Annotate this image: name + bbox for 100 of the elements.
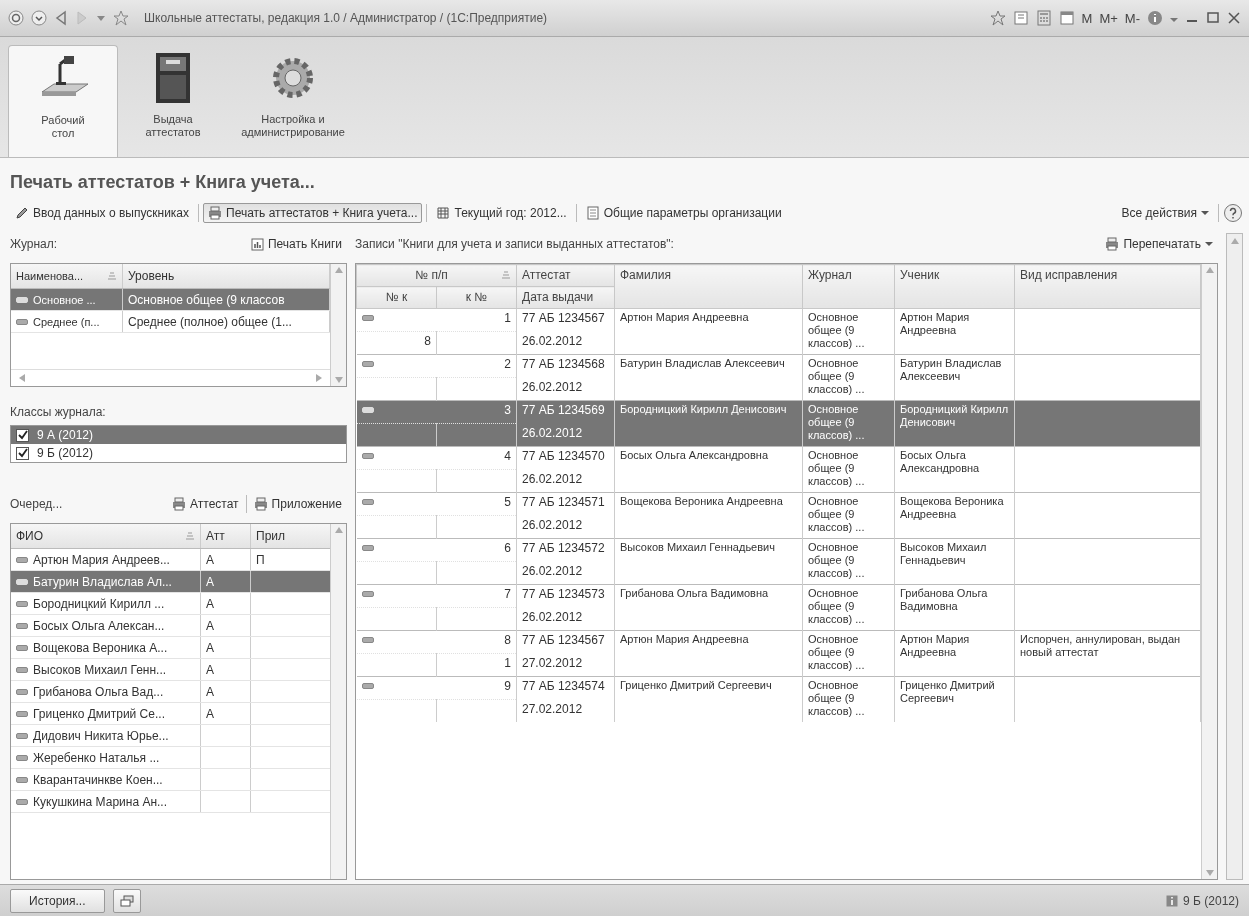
toolbar-button[interactable]: Общие параметры организации: [580, 203, 787, 223]
maximize-icon[interactable]: [1206, 10, 1220, 26]
column-header[interactable]: Атт: [201, 524, 251, 548]
windows-button[interactable]: [112, 888, 141, 913]
column-header[interactable]: Наименова...: [11, 264, 123, 288]
memory-button[interactable]: M-: [1124, 10, 1140, 26]
column-header[interactable]: Вид исправления: [1014, 264, 1201, 309]
table-row[interactable]: Дидович Никита Юрье...: [11, 725, 330, 747]
bookmark-icon[interactable]: [1012, 10, 1029, 26]
scroll-up-icon[interactable]: [1205, 267, 1214, 273]
column-header[interactable]: № к: [356, 286, 437, 309]
toolbar-button[interactable]: Печать аттестатов + Книга учета...: [203, 203, 423, 223]
scroll-up-icon[interactable]: [334, 527, 343, 533]
scroll-down-icon[interactable]: [334, 377, 343, 383]
table-cell: 77 АБ 1234572: [522, 541, 605, 555]
table-cell: 2: [504, 357, 511, 371]
memory-button[interactable]: M+: [1099, 10, 1118, 26]
scroll-up-icon[interactable]: [334, 267, 343, 273]
item-icon: [16, 318, 28, 325]
table-cell: А: [206, 640, 214, 655]
table-cell: Дидович Никита Юрье...: [33, 728, 169, 743]
column-header[interactable]: ФИО: [11, 524, 201, 548]
table-row[interactable]: Босых Ольга Алексан... А: [11, 615, 330, 637]
column-header[interactable]: № п/п: [356, 264, 517, 287]
table-row[interactable]: Кварантачинкве Коен...: [11, 769, 330, 791]
table-cell: 27.02.2012: [522, 701, 583, 716]
forward-icon[interactable]: [75, 10, 89, 26]
item-icon: [16, 556, 28, 563]
table-row[interactable]: 6 77 АБ 1234572 Высоков Михаил Геннадьевич Основное общее (9 классов) ... Высоков Михаил Геннадьевич 26.02.2012: [356, 538, 1201, 585]
all-actions-menu[interactable]: Все действия: [1116, 203, 1214, 223]
table-row[interactable]: Высоков Михаил Генн... А: [11, 659, 330, 681]
column-header[interactable]: Прил: [251, 524, 306, 548]
section-tab[interactable]: Настройка и администрирование: [228, 45, 358, 157]
column-header[interactable]: Фамилия: [614, 264, 803, 309]
help-icon[interactable]: [1223, 203, 1243, 223]
table-row[interactable]: Кукушкина Марина Ан...: [11, 791, 330, 813]
print-button[interactable]: Аттестат: [167, 494, 244, 514]
history-button[interactable]: История...: [10, 888, 105, 913]
calculator-icon[interactable]: [1035, 10, 1052, 26]
table-row[interactable]: 8 77 АБ 1234567 Артюн Мария Андреевна Основное общее (9 классов) ... Артюн Мария Андреевна Испорчен, аннулирован, выдан новый аттестат 1 27.02.2012: [356, 630, 1201, 677]
table-row[interactable]: 1 77 АБ 1234567 Артюн Мария Андреевна Основное общее (9 классов) ... Артюн Мария Андреевна 8 26.02.2012: [356, 308, 1201, 355]
star-icon[interactable]: [989, 10, 1006, 26]
table-cell: 8: [424, 334, 431, 348]
scroll-up-icon[interactable]: [1230, 238, 1239, 244]
table-cell: Основное общее (9 классов) ...: [808, 541, 865, 579]
scroll-right-icon[interactable]: [316, 374, 322, 382]
toolbar-button[interactable]: Ввод данных о выпускниках: [10, 203, 195, 223]
info-icon[interactable]: [1147, 10, 1163, 26]
vertical-scrollbar[interactable]: [330, 524, 346, 879]
checkbox[interactable]: [16, 446, 29, 460]
close-icon[interactable]: [1227, 10, 1241, 26]
table-icon: [436, 206, 451, 220]
scroll-down-icon[interactable]: [1205, 870, 1214, 876]
item-icon: [16, 600, 28, 607]
item-icon: [361, 683, 374, 689]
reprint-button[interactable]: Перепечатать: [1100, 234, 1218, 254]
table-cell: 77 АБ 1234574: [522, 679, 605, 693]
table-row[interactable]: Вощекова Вероника А... А: [11, 637, 330, 659]
table-row[interactable]: 5 77 АБ 1234571 Вощекова Вероника Андреевна Основное общее (9 классов) ... Вощекова Вероника Андреевна 26.02.2012: [356, 492, 1201, 539]
caret-icon: [1201, 210, 1209, 216]
calendar-icon[interactable]: [1058, 10, 1075, 26]
item-icon: [361, 637, 374, 643]
table-cell: 5: [504, 495, 511, 509]
column-header[interactable]: Ученик: [894, 264, 1015, 309]
page-scrollbar[interactable]: [1226, 233, 1243, 880]
memory-button[interactable]: M: [1081, 10, 1093, 26]
table-row[interactable]: 9 77 АБ 1234574 Гриценко Дмитрий Сергеевич Основное общее (9 классов) ... Гриценко Дмитрий Сергеевич 27.02.2012: [356, 676, 1201, 722]
table-row[interactable]: Жеребенко Наталья ...: [11, 747, 330, 769]
column-header[interactable]: Журнал: [802, 264, 895, 309]
checkbox[interactable]: [16, 428, 29, 442]
item-icon: [361, 499, 374, 505]
item-icon: [361, 453, 374, 459]
section-tab[interactable]: Рабочий стол: [8, 45, 118, 157]
toolbar-button[interactable]: Текущий год: 2012...: [431, 203, 572, 223]
table-row[interactable]: 3 77 АБ 1234569 Бородницкий Кирилл Денисович Основное общее (9 классов) ... Бородницкий Кирилл Денисович 26.02.2012: [356, 400, 1201, 447]
table-row[interactable]: 7 77 АБ 1234573 Грибанова Ольга Вадимовна Основное общее (9 классов) ... Грибанова Ольга Вадимовна 26.02.2012: [356, 584, 1201, 631]
scroll-left-icon[interactable]: [19, 374, 25, 382]
table-cell: А: [206, 706, 214, 721]
table-row[interactable]: Среднее (п... Среднее (полное) общее (1...: [11, 311, 330, 333]
table-row[interactable]: Основное ... Основное общее (9 классов: [11, 289, 330, 311]
table-cell: Вощекова Вероника Андреевна: [620, 495, 783, 507]
logo-icon[interactable]: [8, 10, 24, 26]
print-book-button[interactable]: Печать Книги: [245, 234, 347, 254]
table-cell: Артюн Мария Андреевна: [620, 311, 749, 323]
table-row[interactable]: 4 77 АБ 1234570 Босых Ольга Александровна Основное общее (9 классов) ... Босых Ольга Александровна 26.02.2012: [356, 446, 1201, 493]
class-item[interactable]: 9 А (2012): [11, 426, 346, 444]
class-item[interactable]: 9 Б (2012): [11, 444, 346, 462]
column-header[interactable]: Аттестат: [516, 264, 615, 287]
star-icon[interactable]: [113, 10, 129, 26]
table-row[interactable]: Батурин Владислав Ал... А: [11, 571, 330, 593]
dropdown-icon[interactable]: [31, 10, 47, 26]
section-tab[interactable]: Выдача аттестатов: [118, 45, 228, 157]
back-icon[interactable]: [54, 10, 68, 26]
vertical-scrollbar[interactable]: [330, 264, 346, 386]
table-row[interactable]: Бородницкий Кирилл ... А: [11, 593, 330, 615]
table-row[interactable]: Грибанова Ольга Вад... А: [11, 681, 330, 703]
print-button[interactable]: Приложение: [248, 494, 347, 514]
table-cell: Кварантачинкве Коен...: [33, 772, 163, 787]
table-row[interactable]: Гриценко Дмитрий Се... А: [11, 703, 330, 725]
vertical-scrollbar[interactable]: [1201, 264, 1217, 879]
